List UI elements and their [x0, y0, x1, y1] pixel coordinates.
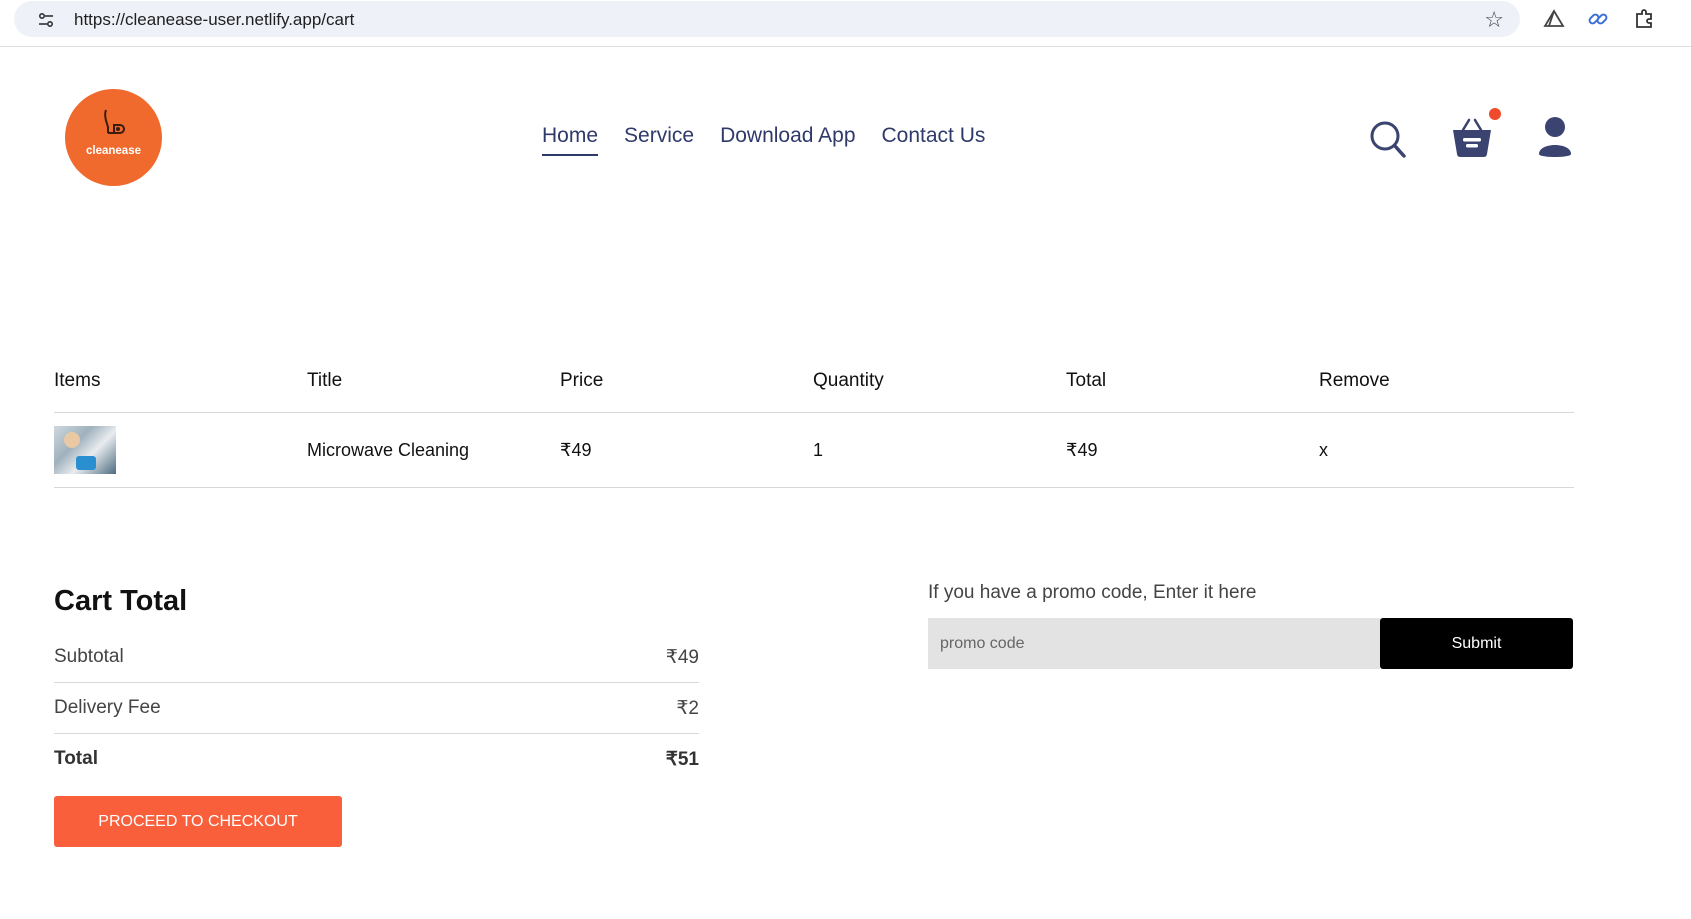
promo-code-input[interactable] [928, 618, 1380, 669]
col-remove: Remove [1319, 370, 1390, 391]
url-text[interactable]: https://cleanease-user.netlify.app/cart [74, 10, 354, 30]
extensions-puzzle-icon[interactable] [1633, 8, 1655, 30]
promo-form: Submit [928, 618, 1573, 669]
col-title: Title [307, 370, 343, 391]
cart-badge [1489, 108, 1501, 120]
item-thumbnail [54, 426, 116, 474]
cart-table: Items Title Price Quantity Total Remove … [54, 350, 1574, 488]
browser-toolbar: https://cleanease-user.netlify.app/cart … [0, 0, 1691, 47]
nav-service[interactable]: Service [624, 124, 694, 156]
table-row: Microwave Cleaning ₹49 1 ₹49 x [54, 413, 1574, 488]
address-bar[interactable]: https://cleanease-user.netlify.app/cart … [14, 1, 1520, 37]
main-nav: Home Service Download App Contact Us [542, 124, 985, 156]
col-price: Price [560, 370, 604, 391]
total-value: ₹51 [665, 748, 699, 770]
delivery-fee-label: Delivery Fee [54, 697, 161, 718]
drive-extension-icon[interactable] [1543, 8, 1565, 30]
total-label: Total [54, 748, 98, 769]
col-quantity: Quantity [813, 370, 884, 391]
bookmark-star-icon[interactable]: ☆ [1484, 8, 1504, 33]
search-icon[interactable] [1369, 120, 1407, 160]
subtotal-value: ₹49 [665, 646, 699, 668]
nav-contact-us[interactable]: Contact Us [882, 124, 986, 156]
promo-section: If you have a promo code, Enter it here … [928, 582, 1573, 669]
item-quantity: 1 [813, 439, 824, 460]
nav-home[interactable]: Home [542, 124, 599, 156]
cart-total-heading: Cart Total [54, 585, 188, 617]
item-title: Microwave Cleaning [307, 439, 470, 460]
delivery-fee-row: Delivery Fee ₹2 [54, 683, 699, 734]
profile-icon[interactable] [1537, 116, 1573, 158]
total-row: Total ₹51 [54, 734, 699, 784]
basket-icon[interactable] [1451, 114, 1493, 158]
vacuum-cleaner-icon [104, 109, 125, 134]
item-total: ₹49 [1066, 439, 1098, 460]
col-items: Items [54, 370, 101, 391]
link-extension-icon[interactable] [1587, 8, 1609, 30]
delivery-fee-value: ₹2 [676, 697, 699, 719]
cleanease-logo[interactable]: cleanease [65, 89, 162, 186]
cart-table-header: Items Title Price Quantity Total Remove [54, 350, 1574, 413]
promo-submit-button[interactable]: Submit [1380, 618, 1573, 669]
promo-label: If you have a promo code, Enter it here [928, 582, 1257, 603]
col-total: Total [1066, 370, 1107, 391]
subtotal-label: Subtotal [54, 646, 124, 667]
item-price: ₹49 [560, 439, 592, 460]
logo-text: cleanease [86, 145, 141, 157]
proceed-to-checkout-button[interactable]: PROCEED TO CHECKOUT [54, 796, 342, 847]
cart-total-panel: Cart Total Subtotal ₹49 Delivery Fee ₹2 … [54, 585, 699, 847]
nav-download-app[interactable]: Download App [720, 124, 855, 156]
remove-item-button[interactable]: x [1319, 440, 1574, 461]
subtotal-row: Subtotal ₹49 [54, 632, 699, 683]
site-settings-icon[interactable] [36, 10, 56, 30]
